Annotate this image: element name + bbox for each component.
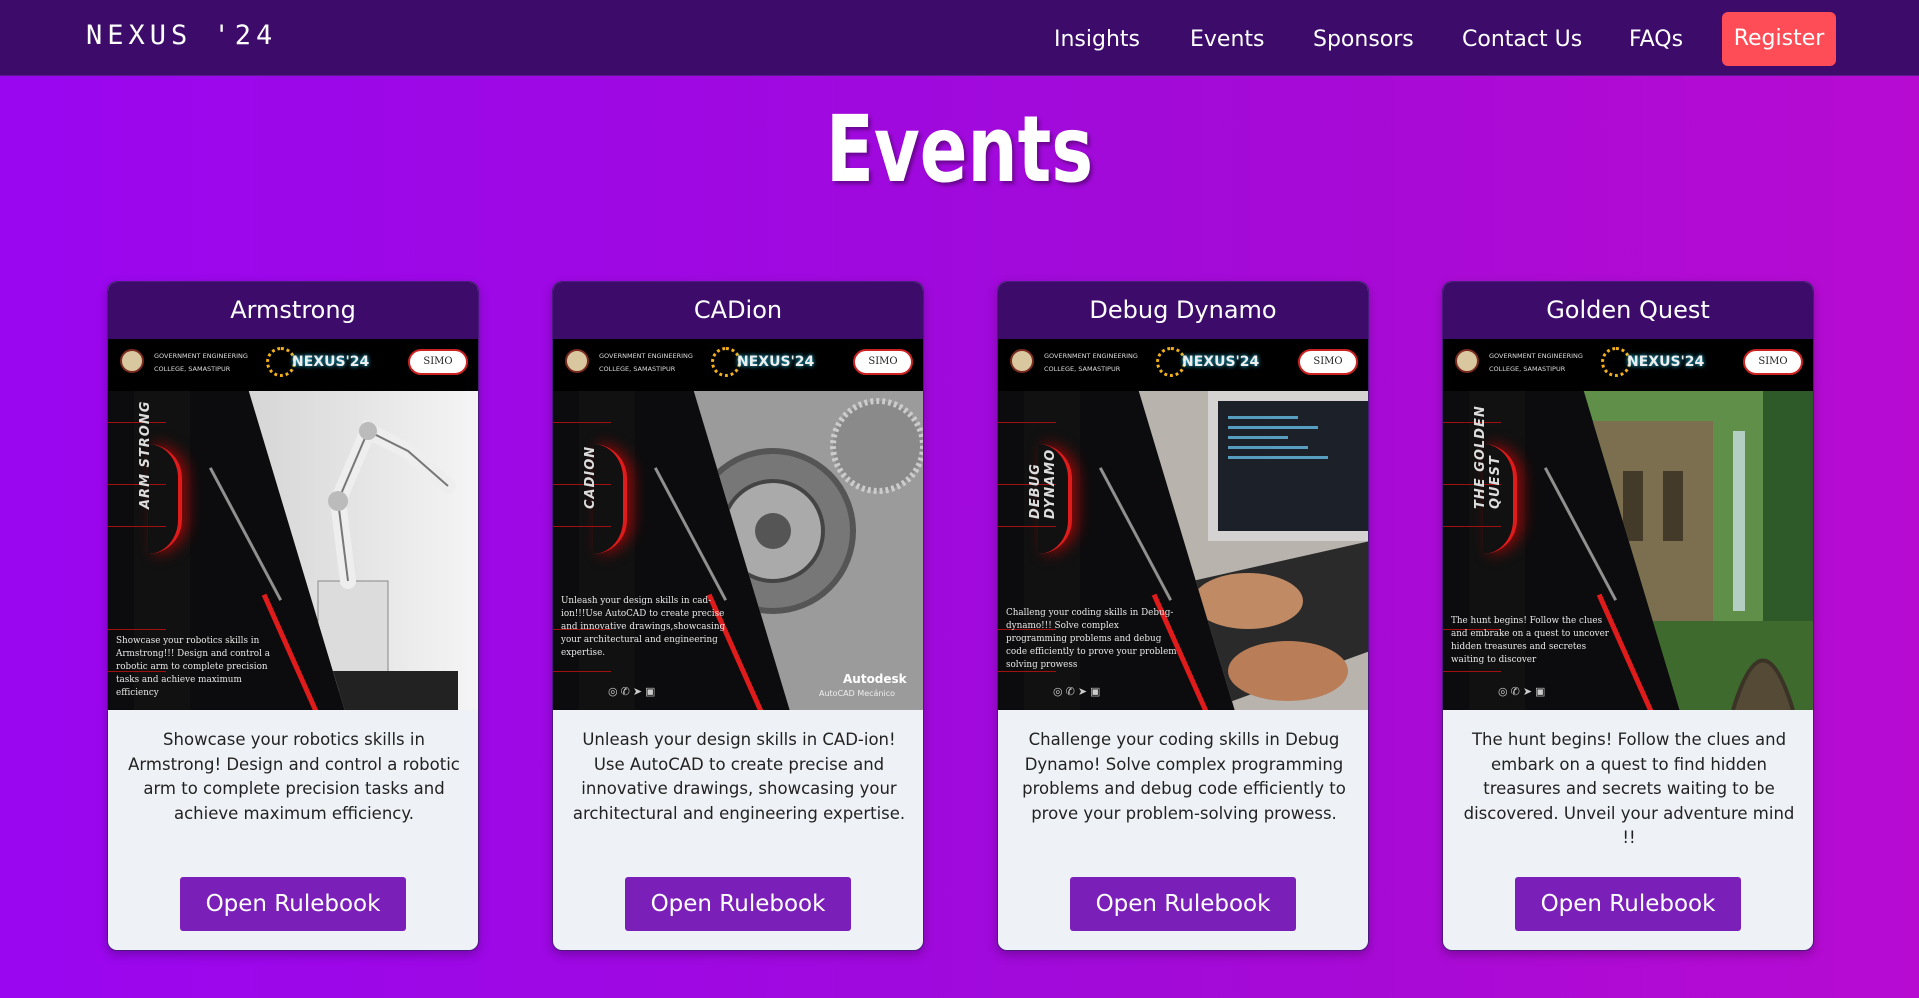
card-description: Challenge your coding skills in Debug Dy… — [1022, 730, 1346, 823]
card-description: Showcase your robotics skills in Armstro… — [128, 730, 460, 823]
poster-red-line — [553, 422, 611, 423]
nexus-logo-text: NEXUS'24 — [737, 354, 815, 370]
poster-header: GOVERNMENT ENGINEERING COLLEGE, SAMASTIP… — [998, 339, 1368, 391]
poster-header: GOVERNMENT ENGINEERING COLLEGE, SAMASTIP… — [553, 339, 923, 391]
event-card-debug-dynamo: Debug Dynamo GOVERNMENT ENGINEERING COLL… — [997, 281, 1369, 951]
nav-contact-us[interactable]: Contact Us — [1462, 27, 1582, 52]
poster-vertical-label: CADION — [583, 445, 598, 509]
college-emblem-icon — [1455, 349, 1479, 373]
poster-red-line — [108, 422, 166, 423]
nav-events[interactable]: Events — [1190, 27, 1265, 52]
card-description: Unleash your design skills in CAD-ion! U… — [572, 730, 906, 823]
card-title: Armstrong — [108, 282, 478, 339]
poster-vertical-label: THE GOLDEN QUEST — [1473, 405, 1503, 509]
poster-description: Challeng your coding skills in Debug-dyn… — [1006, 608, 1177, 670]
card-description: The hunt begins! Follow the clues and em… — [1463, 730, 1795, 847]
brand-logo[interactable]: NEXUS '24 — [86, 20, 277, 51]
poster-red-glow — [593, 444, 627, 554]
poster-stripe — [208, 467, 283, 601]
simo-logo: SIMO — [408, 349, 468, 375]
poster-red-line — [553, 671, 611, 672]
poster-college-name: GOVERNMENT ENGINEERING COLLEGE, SAMASTIP… — [1489, 352, 1583, 373]
card-title: CADion — [553, 282, 923, 339]
college-emblem-icon — [565, 349, 589, 373]
poster-social-icons: ◎✆➤▣ — [1498, 686, 1549, 698]
nexus-logo-text: NEXUS'24 — [1182, 354, 1260, 370]
poster-college-name: GOVERNMENT ENGINEERING COLLEGE, SAMASTIP… — [599, 352, 693, 373]
college-emblem-icon — [120, 349, 144, 373]
poster-social-icons: ◎✆➤▣ — [608, 686, 659, 698]
poster-description: The hunt begins! Follow the clues and em… — [1451, 616, 1610, 665]
event-poster: GOVERNMENT ENGINEERING COLLEGE, SAMASTIP… — [553, 339, 923, 710]
poster-college-name: GOVERNMENT ENGINEERING COLLEGE, SAMASTIP… — [154, 352, 248, 373]
open-rulebook-button[interactable]: Open Rulebook — [1070, 877, 1296, 931]
svg-text:AutoCAD Mecánico: AutoCAD Mecánico — [819, 689, 895, 698]
nexus-logo-text: NEXUS'24 — [292, 354, 370, 370]
simo-logo: SIMO — [1298, 349, 1358, 375]
page-title: Events — [825, 96, 1094, 203]
svg-text:Autodesk: Autodesk — [843, 672, 908, 686]
event-card-golden-quest: Golden Quest GOVERNMENT ENGINEERING COLL… — [1442, 281, 1814, 951]
simo-logo: SIMO — [853, 349, 913, 375]
poster-vertical-label: DEBUG DYNAMO — [1028, 448, 1058, 519]
poster-description: Showcase your robotics skills in Armstro… — [116, 636, 270, 698]
nexus-logo: NEXUS'24 — [711, 347, 821, 379]
poster-red-line — [108, 629, 166, 630]
nexus-logo: NEXUS'24 — [1601, 347, 1711, 379]
poster-stripe — [653, 467, 728, 601]
poster-college-name: GOVERNMENT ENGINEERING COLLEGE, SAMASTIP… — [1044, 352, 1138, 373]
nav-faqs[interactable]: FAQs — [1629, 27, 1683, 52]
card-title: Golden Quest — [1443, 282, 1813, 339]
poster-red-glow — [148, 444, 182, 554]
nexus-logo: NEXUS'24 — [266, 347, 376, 379]
event-poster: GOVERNMENT ENGINEERING COLLEGE, SAMASTIP… — [108, 339, 478, 710]
card-title: Debug Dynamo — [998, 282, 1368, 339]
event-card-armstrong: Armstrong GOVERNMENT ENGINEERING COLLEGE… — [107, 281, 479, 951]
nexus-logo-text: NEXUS'24 — [1627, 354, 1705, 370]
simo-logo: SIMO — [1743, 349, 1803, 375]
poster-description: Unleash your design skills in cad-ion!!!… — [561, 596, 726, 658]
nav-insights[interactable]: Insights — [1054, 27, 1140, 52]
open-rulebook-button[interactable]: Open Rulebook — [625, 877, 851, 931]
poster-stripe — [1098, 467, 1173, 601]
nexus-logo: NEXUS'24 — [1156, 347, 1266, 379]
open-rulebook-button[interactable]: Open Rulebook — [1515, 877, 1741, 931]
nav-sponsors[interactable]: Sponsors — [1313, 27, 1414, 52]
event-poster: GOVERNMENT ENGINEERING COLLEGE, SAMASTIP… — [1443, 339, 1813, 710]
poster-social-icons: ◎✆➤▣ — [1053, 686, 1104, 698]
open-rulebook-button[interactable]: Open Rulebook — [180, 877, 406, 931]
college-emblem-icon — [1010, 349, 1034, 373]
poster-photo: Autodesk AutoCAD Mecánico — [693, 391, 923, 710]
poster-stripe — [1543, 467, 1618, 601]
register-button[interactable]: Register — [1722, 12, 1836, 66]
navbar: NEXUS '24 Insights Events Sponsors Conta… — [0, 0, 1919, 76]
poster-header: GOVERNMENT ENGINEERING COLLEGE, SAMASTIP… — [108, 339, 478, 391]
event-card-cadion: CADion GOVERNMENT ENGINEERING COLLEGE, S… — [552, 281, 924, 951]
poster-red-line — [1443, 671, 1501, 672]
event-poster: GOVERNMENT ENGINEERING COLLEGE, SAMASTIP… — [998, 339, 1368, 710]
poster-vertical-label: ARM STRONG — [138, 400, 153, 509]
